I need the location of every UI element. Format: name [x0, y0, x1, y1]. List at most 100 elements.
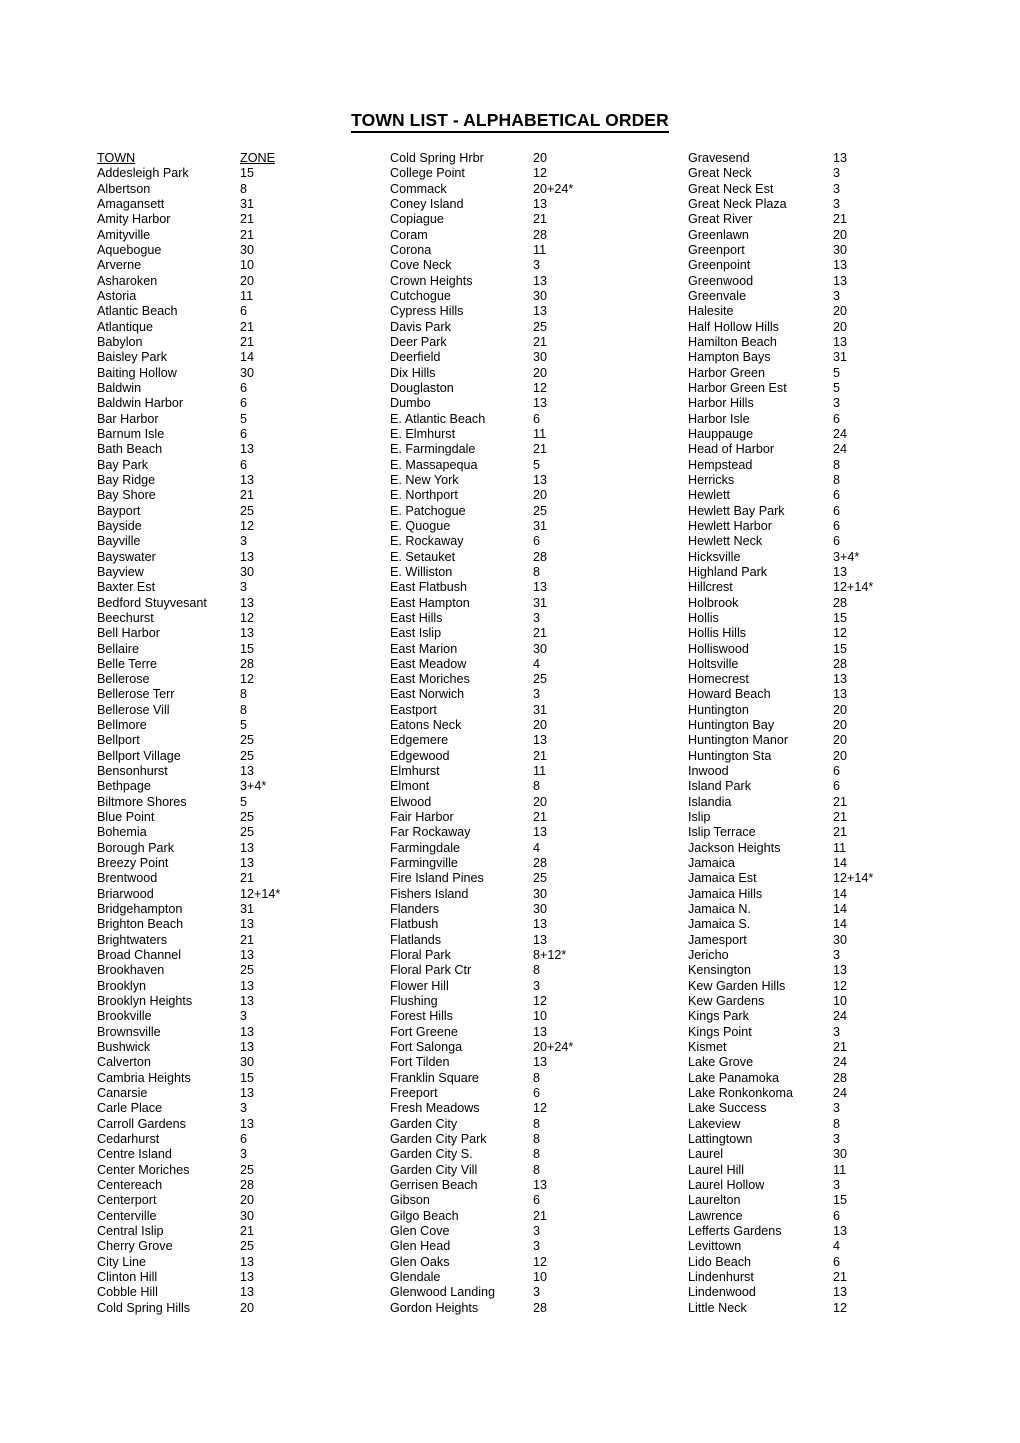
town-name: E. Rockaway	[390, 534, 464, 549]
town-name: Fishers Island	[390, 886, 469, 901]
zone-value: 25	[533, 319, 548, 334]
table-row: Holtsville 28	[688, 657, 983, 672]
table-row: Atlantic Beach 6	[97, 304, 387, 319]
zone-value: 6	[833, 411, 841, 426]
town-name: Bayside	[97, 518, 142, 533]
table-header-row: TOWN ZONE	[97, 151, 387, 166]
town-name: Homecrest	[688, 672, 749, 687]
table-row: Huntington Bay 20	[688, 718, 983, 733]
town-name: Lefferts Gardens	[688, 1223, 782, 1238]
table-row: Brightwaters 21	[97, 933, 387, 948]
town-name: Bellport	[97, 733, 140, 748]
town-name: Little Neck	[688, 1300, 747, 1315]
table-row: Douglaston 12	[390, 381, 685, 396]
town-name: Bath Beach	[97, 442, 163, 457]
zone-value: 21	[240, 227, 255, 242]
zone-value: 15	[833, 641, 848, 656]
zone-value: 13	[533, 1024, 548, 1039]
town-name: Harbor Hills	[688, 396, 754, 411]
town-name: Babylon	[97, 334, 143, 349]
table-row: Gibson 6	[390, 1193, 685, 1208]
town-name: Bellport Village	[97, 748, 181, 763]
town-name: E. Massapequa	[390, 457, 478, 472]
zone-value: 13	[533, 273, 548, 288]
table-row: Commack 20+24*	[390, 182, 685, 197]
table-row: Laurel 30	[688, 1147, 983, 1162]
zone-value: 4	[833, 1239, 841, 1254]
table-row: Jamaica Est 12+14*	[688, 871, 983, 886]
table-row: Bay Park 6	[97, 458, 387, 473]
town-name: Huntington Sta	[688, 748, 772, 763]
town-name: Elmont	[390, 779, 430, 794]
town-name: Far Rockaway	[390, 825, 471, 840]
table-row: Aquebogue 30	[97, 243, 387, 258]
table-row: Baiting Hollow 30	[97, 366, 387, 381]
table-row: Carroll Gardens 13	[97, 1117, 387, 1132]
table-row: Lake Success 3	[688, 1101, 983, 1116]
town-name: Greenvale	[688, 288, 747, 303]
town-name: Bar Harbor	[97, 411, 159, 426]
zone-value: 13	[240, 1254, 255, 1269]
zone-value: 21	[533, 212, 548, 227]
table-row: Eatons Neck 20	[390, 718, 685, 733]
table-row: Jericho 3	[688, 948, 983, 963]
zone-value: 6	[533, 1193, 541, 1208]
table-row: Coney Island 13	[390, 197, 685, 212]
document-page: TOWN LIST - ALPHABETICAL ORDER TOWN ZONE A…	[0, 0, 1020, 1443]
zone-value: 15	[240, 166, 255, 181]
town-name: Gordon Heights	[390, 1300, 479, 1315]
zone-value: 8	[533, 1147, 541, 1162]
zone-value: 3	[833, 1177, 841, 1192]
zone-value: 30	[533, 350, 548, 365]
town-name: Fort Salonga	[390, 1040, 463, 1055]
table-row: Greenpoint 13	[688, 258, 983, 273]
table-row: Glenwood Landing 3	[390, 1285, 685, 1300]
zone-value: 13	[240, 1086, 255, 1101]
zone-value: 13	[240, 978, 255, 993]
town-name: Glen Cove	[390, 1223, 450, 1238]
town-name: Center Moriches	[97, 1162, 190, 1177]
town-name: Hampton Bays	[688, 350, 771, 365]
table-row: Amity Harbor 21	[97, 212, 387, 227]
table-row: Hewlett 6	[688, 488, 983, 503]
table-row: Glen Cove 3	[390, 1224, 685, 1239]
zone-value: 3	[533, 258, 541, 273]
table-row: Arverne 10	[97, 258, 387, 273]
town-name: Cold Spring Hills	[97, 1300, 191, 1315]
zone-value: 13	[240, 1269, 255, 1284]
table-row: Blue Point 25	[97, 810, 387, 825]
table-row: Harbor Hills 3	[688, 396, 983, 411]
table-row: Elwood 20	[390, 795, 685, 810]
town-name: East Islip	[390, 626, 442, 641]
town-name: Great River	[688, 212, 753, 227]
town-name: Calverton	[97, 1055, 151, 1070]
zone-value: 6	[240, 380, 248, 395]
zone-value: 13	[240, 1285, 255, 1300]
town-name: Lindenhurst	[688, 1269, 754, 1284]
town-name: Belle Terre	[97, 656, 157, 671]
table-row: Edgemere 13	[390, 733, 685, 748]
table-row: Bellport 25	[97, 733, 387, 748]
zone-value: 13	[240, 1040, 255, 1055]
town-name: Lake Success	[688, 1101, 767, 1116]
town-name: Lawrence	[688, 1208, 743, 1223]
zone-value: 13	[833, 687, 848, 702]
zone-value: 4	[533, 840, 541, 855]
town-name: Centereach	[97, 1177, 163, 1192]
zone-value: 31	[533, 595, 548, 610]
table-row: East Islip 21	[390, 626, 685, 641]
town-name: Baiting Hollow	[97, 365, 177, 380]
town-name: Jamaica Hills	[688, 886, 763, 901]
table-row: Fort Greene 13	[390, 1025, 685, 1040]
zone-value: 25	[240, 1162, 255, 1177]
table-row: Kew Gardens 10	[688, 994, 983, 1009]
town-name: Coram	[390, 227, 428, 242]
town-name: Lakeview	[688, 1116, 741, 1131]
zone-value: 13	[240, 948, 255, 963]
zone-value: 13	[533, 932, 548, 947]
table-row: Biltmore Shores 5	[97, 795, 387, 810]
zone-value: 21	[240, 319, 255, 334]
town-name: College Point	[390, 166, 465, 181]
table-row: Dumbo 13	[390, 396, 685, 411]
zone-value: 13	[533, 580, 548, 595]
